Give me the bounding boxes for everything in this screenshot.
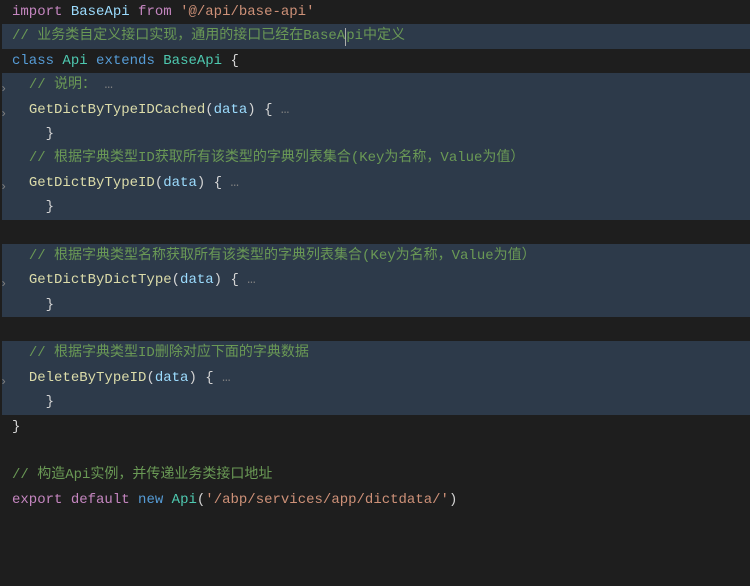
brace: } — [46, 126, 54, 142]
code-line[interactable]: class Api extends BaseApi { — [2, 49, 750, 73]
code-line[interactable]: // 根据字典类型ID删除对应下面的字典数据 — [2, 341, 750, 365]
comment: // 构造Api实例，并传递业务类接口地址 — [12, 467, 272, 483]
code-line[interactable]: › // 说明： … — [2, 73, 750, 97]
keyword-class: class — [12, 53, 54, 69]
comment: // 根据字典类型ID获取所有该类型的字典列表集合(Key为名称，Value为值… — [29, 150, 525, 166]
brace: { — [230, 272, 238, 288]
method-name: GetDictByDictType — [29, 272, 172, 288]
brace: } — [46, 199, 54, 215]
code-line[interactable]: › GetDictByTypeID(data) { … — [2, 171, 750, 195]
folded-indicator[interactable]: … — [222, 370, 230, 386]
comment: pi中定义 — [346, 28, 405, 44]
comment: // 根据字典类型ID删除对应下面的字典数据 — [29, 345, 309, 361]
keyword-extends: extends — [96, 53, 155, 69]
code-line[interactable]: } — [2, 293, 750, 317]
keyword-export: export — [12, 492, 62, 508]
keyword-import: import — [12, 4, 62, 20]
parameter: data — [155, 370, 189, 386]
code-line[interactable]: // 构造Api实例，并传递业务类接口地址 — [2, 463, 750, 487]
comment: // 业务类自定义接口实现，通用的接口已经在BaseA — [12, 28, 345, 44]
base-class-name: BaseApi — [163, 53, 222, 69]
identifier: BaseApi — [71, 4, 130, 20]
brace: { — [264, 102, 272, 118]
code-line[interactable]: › GetDictByTypeIDCached(data) { … — [2, 98, 750, 122]
code-line[interactable]: // 业务类自定义接口实现，通用的接口已经在BaseApi中定义 — [2, 24, 750, 48]
code-line[interactable] — [2, 220, 750, 244]
code-editor[interactable]: import BaseApi from '@/api/base-api' // … — [0, 0, 750, 512]
keyword-from: from — [138, 4, 172, 20]
string-literal: '@/api/base-api' — [180, 4, 314, 20]
parameter: data — [180, 272, 214, 288]
comment: // 说明： — [29, 77, 96, 93]
code-line[interactable]: } — [2, 390, 750, 414]
folded-indicator[interactable]: … — [247, 272, 255, 288]
code-line[interactable]: › DeleteByTypeID(data) { … — [2, 366, 750, 390]
text-cursor — [345, 28, 346, 46]
brace: { — [214, 175, 222, 191]
parameter: data — [163, 175, 197, 191]
brace: { — [205, 370, 213, 386]
code-line[interactable]: // 根据字典类型名称获取所有该类型的字典列表集合(Key为名称，Value为值… — [2, 244, 750, 268]
folded-indicator[interactable]: … — [281, 102, 289, 118]
class-name: Api — [62, 53, 87, 69]
brace: } — [12, 419, 20, 435]
brace: { — [230, 53, 238, 69]
comment: // 根据字典类型名称获取所有该类型的字典列表集合(Key为名称，Value为值… — [29, 248, 536, 264]
class-name: Api — [172, 492, 197, 508]
brace: } — [46, 297, 54, 313]
method-name: GetDictByTypeID — [29, 175, 155, 191]
code-line[interactable]: } — [2, 195, 750, 219]
method-name: DeleteByTypeID — [29, 370, 147, 386]
code-line[interactable]: › GetDictByDictType(data) { … — [2, 268, 750, 292]
code-line[interactable] — [2, 439, 750, 463]
code-line[interactable]: } — [2, 415, 750, 439]
method-name: GetDictByTypeIDCached — [29, 102, 205, 118]
folded-indicator[interactable]: … — [230, 175, 238, 191]
parameter: data — [214, 102, 248, 118]
code-line[interactable]: } — [2, 122, 750, 146]
keyword-new: new — [138, 492, 163, 508]
code-line[interactable]: import BaseApi from '@/api/base-api' — [2, 0, 750, 24]
folded-indicator[interactable]: … — [104, 77, 112, 93]
code-line[interactable]: // 根据字典类型ID获取所有该类型的字典列表集合(Key为名称，Value为值… — [2, 146, 750, 170]
brace: } — [46, 394, 54, 410]
string-literal: '/abp/services/app/dictdata/' — [205, 492, 449, 508]
code-line[interactable] — [2, 317, 750, 341]
keyword-default: default — [71, 492, 130, 508]
code-line[interactable]: export default new Api('/abp/services/ap… — [2, 488, 750, 512]
